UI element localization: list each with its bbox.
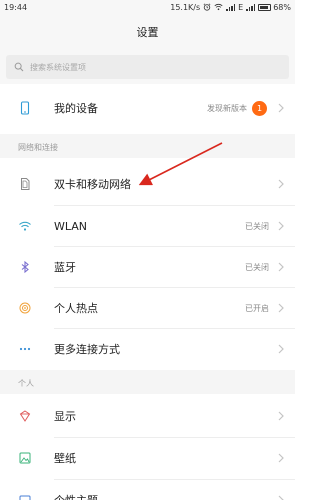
personal-row-label: 个性主题 bbox=[54, 492, 98, 500]
network-row-bluetooth[interactable]: 蓝牙 已关闭 bbox=[0, 247, 295, 287]
chevron-right-icon bbox=[278, 103, 284, 113]
battery-indicator: 68% bbox=[258, 3, 291, 12]
network-row-dual-sim[interactable]: 双卡和移动网络 bbox=[0, 164, 295, 204]
wifi-icon bbox=[19, 221, 31, 231]
personal-row-wallpaper[interactable]: 壁纸 bbox=[0, 438, 295, 478]
network-row-wlan[interactable]: WLAN 已关闭 bbox=[0, 206, 295, 246]
theme-icon bbox=[19, 495, 31, 500]
section-title-personal: 个人 bbox=[18, 379, 34, 388]
personal-row-label: 壁纸 bbox=[54, 452, 76, 465]
network-row-more[interactable]: 更多连接方式 bbox=[0, 329, 295, 369]
settings-screen: 19:44 15.1K/s E 68% 设置 搜索系统设置项 我的设备 发现新版… bbox=[0, 0, 295, 500]
chevron-right-icon bbox=[278, 221, 284, 231]
search-icon bbox=[14, 62, 24, 72]
network-row-status: 已关闭 bbox=[245, 221, 269, 231]
section-title-network: 网络和连接 bbox=[18, 143, 58, 152]
sim-card-icon bbox=[21, 178, 30, 190]
network-row-label: 更多连接方式 bbox=[54, 343, 120, 356]
personal-row-theme[interactable]: 个性主题 bbox=[0, 480, 295, 500]
network-row-label: 双卡和移动网络 bbox=[54, 178, 131, 191]
section-header-network: 网络和连接 bbox=[0, 134, 295, 158]
battery-level: 68% bbox=[273, 2, 291, 12]
network-row-label: 个人热点 bbox=[54, 302, 98, 315]
my-device-row[interactable]: 我的设备 发现新版本 1 bbox=[0, 88, 295, 128]
battery-fill bbox=[260, 5, 268, 9]
network-speed: 15.1K/s bbox=[170, 2, 201, 12]
title-bar: 设置 bbox=[0, 14, 295, 50]
search-area bbox=[0, 50, 295, 84]
hotspot-icon bbox=[19, 302, 31, 314]
network-row-hotspot[interactable]: 个人热点 已开启 bbox=[0, 288, 295, 328]
page-title: 设置 bbox=[136, 26, 159, 39]
personal-row-label: 显示 bbox=[54, 410, 76, 423]
network-type: E bbox=[238, 2, 244, 12]
display-icon bbox=[19, 410, 31, 422]
alarm-icon bbox=[203, 3, 211, 11]
chevron-right-icon bbox=[278, 344, 284, 354]
battery-icon bbox=[258, 3, 272, 11]
status-time: 19:44 bbox=[4, 2, 28, 12]
phone-icon bbox=[20, 101, 30, 115]
bluetooth-icon bbox=[21, 260, 29, 274]
network-row-status: 已关闭 bbox=[245, 262, 269, 272]
signal-icon bbox=[226, 3, 236, 11]
chevron-right-icon bbox=[278, 262, 284, 272]
network-row-label: 蓝牙 bbox=[54, 261, 76, 274]
network-row-label: WLAN bbox=[54, 219, 88, 233]
chevron-right-icon bbox=[278, 411, 284, 421]
chevron-right-icon bbox=[278, 303, 284, 313]
section-header-personal: 个人 bbox=[0, 370, 295, 394]
more-dots-icon bbox=[19, 347, 31, 351]
network-row-status: 已开启 bbox=[245, 303, 269, 313]
wifi-icon bbox=[214, 3, 223, 11]
chevron-right-icon bbox=[278, 453, 284, 463]
chevron-right-icon bbox=[278, 179, 284, 189]
wallpaper-icon bbox=[19, 452, 31, 464]
chevron-right-icon bbox=[278, 495, 284, 500]
status-bar: 19:44 15.1K/s E 68% bbox=[0, 0, 295, 14]
search-input[interactable] bbox=[30, 62, 289, 72]
status-indicators: 15.1K/s E 68% bbox=[170, 3, 291, 12]
my-device-status: 发现新版本 bbox=[207, 103, 247, 113]
update-badge: 1 bbox=[252, 100, 267, 116]
signal-icon-secondary bbox=[246, 3, 256, 11]
search-box[interactable] bbox=[6, 55, 289, 79]
my-device-label: 我的设备 bbox=[54, 102, 98, 115]
personal-row-display[interactable]: 显示 bbox=[0, 396, 295, 436]
